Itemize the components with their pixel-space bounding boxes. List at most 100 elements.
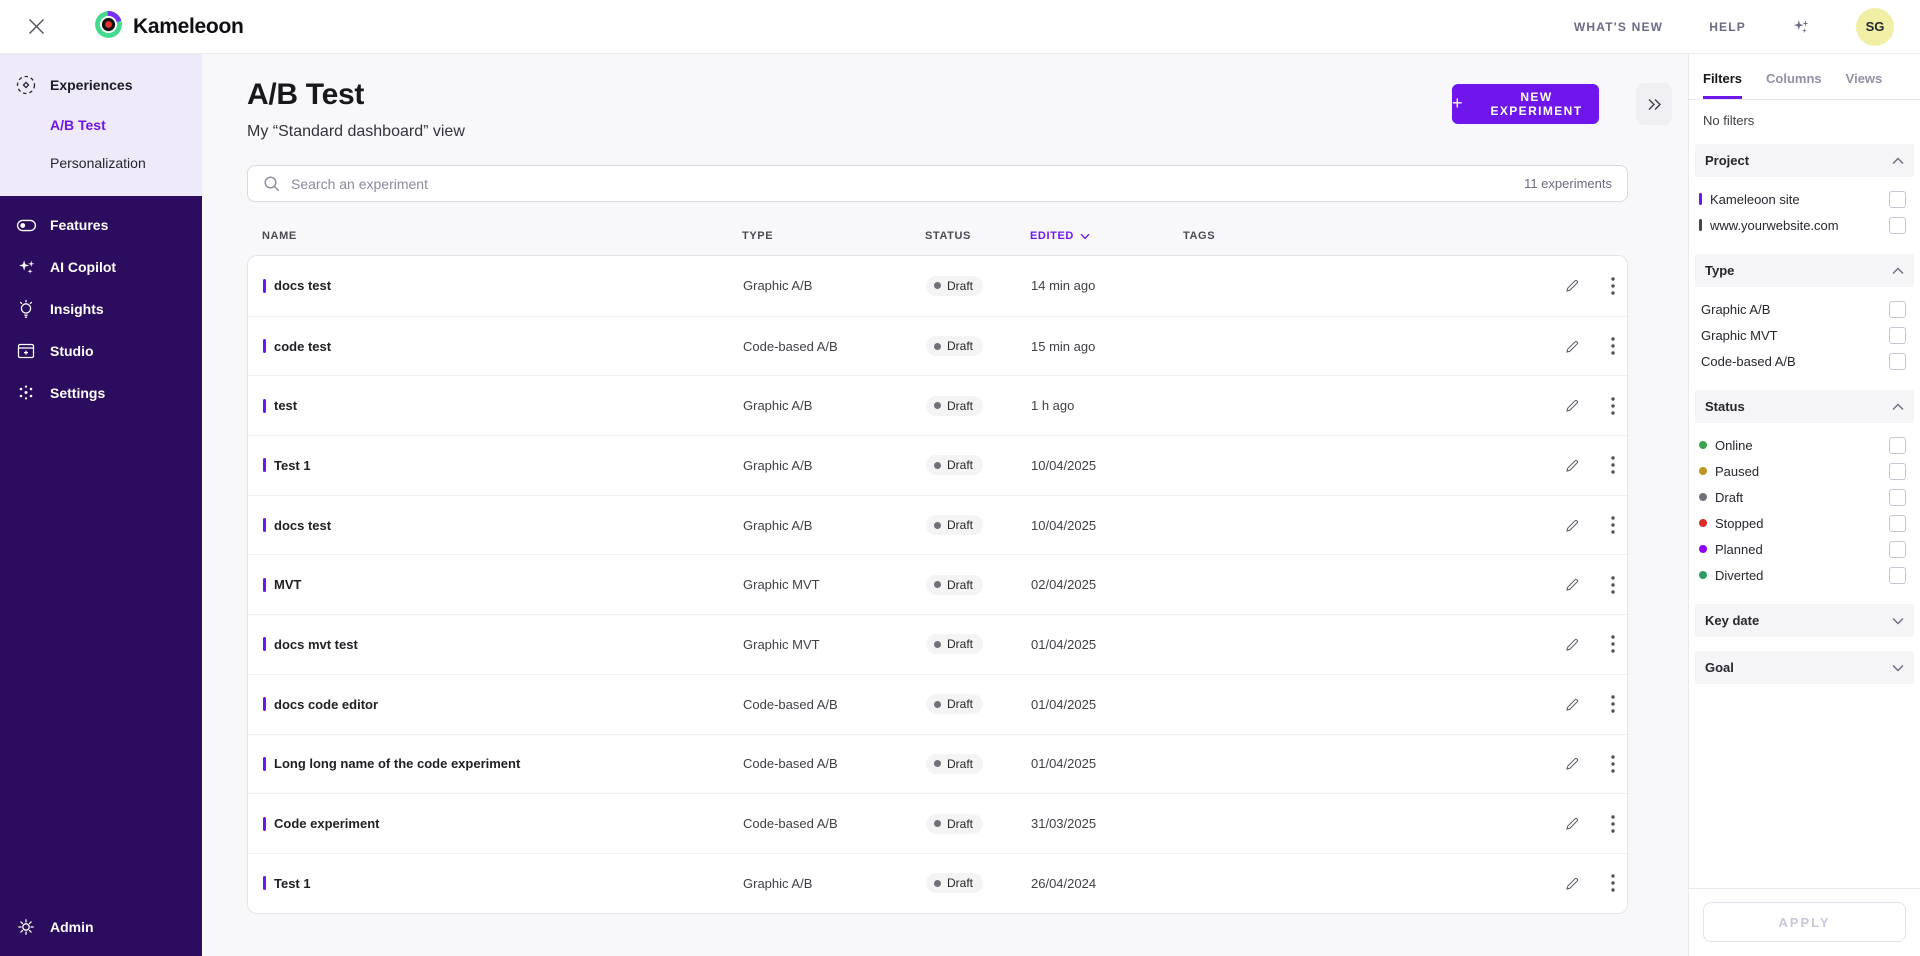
experiment-name[interactable]: docs code editor (274, 697, 378, 712)
collapse-panel-button[interactable] (1636, 83, 1672, 125)
table-row[interactable]: Code experiment Code-based A/B Draft 31/… (248, 793, 1627, 853)
experiment-name[interactable]: test (274, 398, 297, 413)
table-row[interactable]: docs test Graphic A/B Draft 10/04/2025 (248, 494, 1627, 555)
help-link[interactable]: HELP (1709, 20, 1746, 34)
sidebar-item-features[interactable]: Features (0, 204, 202, 246)
row-menu-button[interactable] (1609, 335, 1617, 357)
experiment-name[interactable]: Code experiment (274, 816, 379, 831)
experiment-name[interactable]: docs mvt test (274, 637, 358, 652)
sidebar-item-personalization[interactable]: Personalization (0, 144, 202, 182)
experiment-name[interactable]: Long long name of the code experiment (274, 756, 520, 771)
pencil-icon (1566, 638, 1579, 651)
edit-button[interactable] (1562, 694, 1583, 715)
status-checkbox[interactable] (1889, 566, 1906, 584)
experiment-color-bar (263, 458, 266, 473)
row-menu-button[interactable] (1609, 454, 1617, 476)
column-name[interactable]: NAME (262, 230, 742, 242)
tab-views[interactable]: Views (1846, 71, 1883, 99)
project-checkbox[interactable] (1889, 216, 1906, 234)
edit-button[interactable] (1562, 455, 1583, 476)
row-menu-button[interactable] (1609, 574, 1617, 596)
edit-button[interactable] (1562, 753, 1583, 774)
sidebar-item-settings[interactable]: Settings (0, 372, 202, 414)
table-row[interactable]: code test Code-based A/B Draft 15 min ag… (248, 315, 1627, 376)
kebab-menu-icon (1611, 456, 1615, 475)
edit-button[interactable] (1562, 395, 1583, 416)
row-menu-button[interactable] (1609, 395, 1617, 417)
project-checkbox[interactable] (1889, 190, 1906, 208)
tab-filters[interactable]: Filters (1703, 71, 1743, 99)
table-row[interactable]: docs code editor Code-based A/B Draft 01… (248, 673, 1627, 734)
experiences-icon (15, 74, 37, 96)
column-status[interactable]: STATUS (925, 230, 1030, 242)
type-checkbox[interactable] (1889, 300, 1906, 318)
table-row[interactable]: Test 1 Graphic A/B Draft 10/04/2025 (248, 435, 1627, 495)
experiment-name[interactable]: MVT (274, 577, 301, 592)
row-menu-button[interactable] (1609, 633, 1617, 655)
experiment-name[interactable]: Test 1 (274, 876, 311, 891)
experiment-color-bar (263, 339, 266, 354)
section-project[interactable]: Project (1695, 144, 1914, 177)
status-badge: Draft (926, 395, 984, 416)
sparkles-icon[interactable] (1792, 18, 1810, 36)
experiment-color-bar (263, 816, 266, 831)
status-label: Online (1715, 437, 1753, 453)
user-avatar[interactable]: SG (1856, 7, 1894, 46)
apply-button[interactable]: APPLY (1703, 902, 1906, 942)
table-row[interactable]: docs test Graphic A/B Draft 14 min ago (248, 256, 1627, 316)
sidebar-item-admin[interactable]: Admin (0, 906, 202, 948)
row-menu-button[interactable] (1609, 872, 1617, 894)
sidebar-item-ai-copilot[interactable]: AI Copilot (0, 246, 202, 288)
column-tags[interactable]: TAGS (1183, 230, 1536, 242)
status-dot (934, 820, 941, 828)
edit-button[interactable] (1562, 634, 1583, 655)
edit-button[interactable] (1562, 515, 1583, 536)
column-type[interactable]: TYPE (742, 230, 925, 242)
status-checkbox[interactable] (1889, 436, 1906, 454)
row-menu-button[interactable] (1609, 514, 1617, 536)
edit-button[interactable] (1562, 813, 1583, 834)
row-menu-button[interactable] (1609, 693, 1617, 715)
section-goal[interactable]: Goal (1695, 651, 1914, 684)
type-checkbox[interactable] (1889, 352, 1906, 370)
sidebar-item-experiences[interactable]: Experiences (0, 66, 202, 106)
section-status[interactable]: Status (1695, 390, 1914, 423)
row-menu-button[interactable] (1609, 813, 1617, 835)
sidebar-item-insights[interactable]: Insights (0, 288, 202, 330)
status-checkbox[interactable] (1889, 462, 1906, 480)
status-checkbox[interactable] (1889, 514, 1906, 532)
row-menu-button[interactable] (1609, 275, 1617, 297)
table-row[interactable]: Long long name of the code experiment Co… (248, 733, 1627, 794)
new-experiment-button[interactable]: + NEW EXPERIMENT (1452, 84, 1599, 124)
experiment-type: Graphic MVT (743, 577, 820, 593)
row-menu-button[interactable] (1609, 753, 1617, 775)
experiment-name[interactable]: Test 1 (274, 458, 311, 473)
whats-new-link[interactable]: WHAT'S NEW (1574, 20, 1663, 34)
chevron-up-icon (1892, 157, 1904, 164)
edit-button[interactable] (1562, 873, 1583, 894)
status-checkbox[interactable] (1889, 488, 1906, 506)
edit-button[interactable] (1562, 336, 1583, 357)
status-checkbox[interactable] (1889, 540, 1906, 558)
experiment-name[interactable]: docs test (274, 518, 331, 533)
experiment-name[interactable]: code test (274, 339, 331, 354)
edit-button[interactable] (1562, 275, 1583, 296)
table-row[interactable]: test Graphic A/B Draft 1 h ago (248, 375, 1627, 436)
table-row[interactable]: MVT Graphic MVT Draft 02/04/2025 (248, 554, 1627, 615)
table-row[interactable]: Test 1 Graphic A/B Draft 26/04/2024 (248, 852, 1627, 913)
close-icon[interactable] (22, 13, 50, 41)
edit-button[interactable] (1562, 574, 1583, 595)
experiment-name[interactable]: docs test (274, 278, 331, 293)
sidebar-item-studio[interactable]: Studio (0, 330, 202, 372)
status-dot (934, 581, 941, 589)
table-row[interactable]: docs mvt test Graphic MVT Draft 01/04/20… (248, 614, 1627, 674)
sidebar-item-ab-test[interactable]: A/B Test (0, 106, 202, 144)
status-filter-item: Paused (1699, 458, 1906, 484)
section-type[interactable]: Type (1695, 254, 1914, 287)
section-key-date[interactable]: Key date (1695, 604, 1914, 637)
search-input[interactable] (291, 175, 1515, 192)
tab-columns[interactable]: Columns (1766, 71, 1822, 99)
type-checkbox[interactable] (1889, 326, 1906, 344)
column-edited[interactable]: EDITED (1030, 230, 1183, 242)
experiment-edited: 10/04/2025 (1031, 457, 1097, 473)
